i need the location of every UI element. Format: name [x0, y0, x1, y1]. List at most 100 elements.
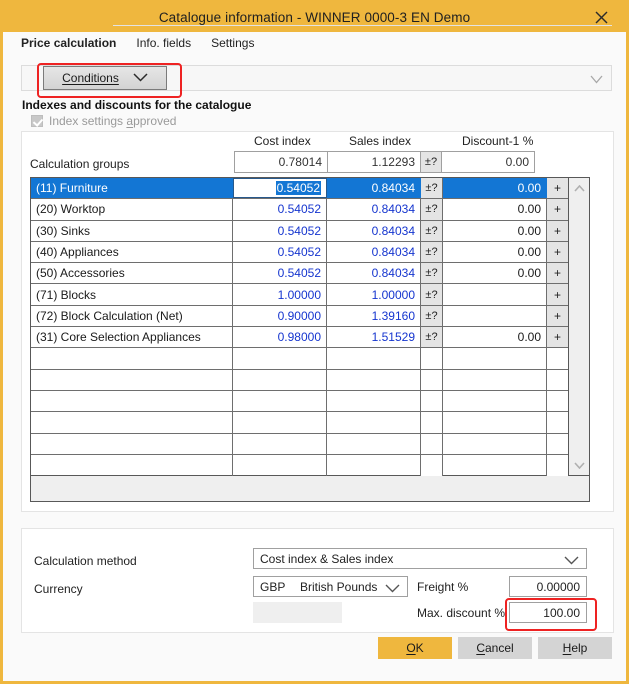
row-add-button[interactable] [547, 348, 568, 368]
conditions-bar-chevron-icon[interactable] [590, 73, 603, 87]
row-add-button[interactable]: + [547, 221, 568, 241]
row-discount1[interactable] [443, 348, 547, 368]
row-cost-index[interactable]: 0.98000 [233, 327, 327, 347]
currency-select[interactable]: GBP British Pounds [253, 576, 408, 597]
help-button[interactable]: Help [538, 637, 612, 659]
row-plusminus-button[interactable]: ±? [421, 263, 443, 283]
calculation-method-select[interactable]: Cost index & Sales index [253, 548, 587, 569]
row-sales-index[interactable]: 0.84034 [327, 178, 421, 198]
row-sales-index[interactable]: 0.84034 [327, 199, 421, 219]
row-sales-index[interactable]: 1.51529 [327, 327, 421, 347]
summary-discount1-input[interactable]: 0.00 [441, 151, 535, 173]
row-cost-index[interactable]: 1.00000 [233, 284, 327, 304]
row-plusminus-button[interactable]: ±? [421, 199, 443, 219]
row-discount1[interactable]: 0.00 [443, 263, 547, 283]
summary-sales-index-input[interactable]: 1.12293 [327, 151, 421, 173]
row-discount1[interactable] [443, 370, 547, 390]
tab-price-calculation[interactable]: Price calculation [21, 36, 116, 54]
freight-input[interactable]: 0.00000 [509, 576, 587, 597]
row-cost-index[interactable]: 0.54052 [233, 242, 327, 262]
row-discount1[interactable] [443, 391, 547, 411]
table-row[interactable] [31, 391, 568, 412]
summary-plusminus-button[interactable]: ±? [420, 151, 442, 173]
row-cost-index[interactable]: 0.54052 [233, 221, 327, 241]
row-cost-index[interactable] [233, 434, 327, 454]
row-discount1[interactable]: 0.00 [443, 327, 547, 347]
table-row[interactable]: (30) Sinks 0.54052 0.84034 ±? 0.00 + [31, 221, 568, 242]
index-settings-approved-checkbox-row[interactable]: Index settings approved [31, 114, 176, 128]
row-sales-index[interactable] [327, 434, 421, 454]
row-sales-index[interactable] [327, 455, 421, 476]
row-sales-index[interactable] [327, 348, 421, 368]
row-add-button[interactable]: + [547, 242, 568, 262]
row-add-button[interactable]: + [547, 327, 568, 347]
row-sales-index[interactable] [327, 370, 421, 390]
row-add-button[interactable]: + [547, 178, 568, 198]
summary-cost-index-input[interactable]: 0.78014 [234, 151, 328, 173]
tab-settings[interactable]: Settings [211, 36, 254, 54]
row-add-button[interactable]: + [547, 263, 568, 283]
row-discount1[interactable] [443, 434, 547, 454]
tab-info-fields[interactable]: Info. fields [136, 36, 191, 54]
row-plusminus-button[interactable] [421, 412, 443, 432]
row-sales-index[interactable]: 0.84034 [327, 263, 421, 283]
table-row[interactable]: (31) Core Selection Appliances 0.98000 1… [31, 327, 568, 348]
row-discount1[interactable]: 0.00 [443, 221, 547, 241]
row-cost-index[interactable]: 0.90000 [233, 306, 327, 326]
row-cost-index[interactable]: 0.54052 [233, 178, 327, 198]
scroll-up-icon[interactable] [574, 178, 585, 198]
row-discount1[interactable]: 0.00 [443, 242, 547, 262]
table-row[interactable]: (71) Blocks 1.00000 1.00000 ±? + [31, 284, 568, 305]
conditions-button[interactable]: Conditions [43, 66, 167, 90]
row-add-button[interactable] [547, 391, 568, 411]
row-plusminus-button[interactable]: ±? [421, 242, 443, 262]
row-discount1[interactable] [443, 284, 547, 304]
row-discount1[interactable] [443, 412, 547, 432]
table-row[interactable]: (50) Accessories 0.54052 0.84034 ±? 0.00… [31, 263, 568, 284]
row-add-button[interactable] [547, 434, 568, 454]
row-sales-index[interactable]: 0.84034 [327, 221, 421, 241]
row-plusminus-button[interactable] [421, 348, 443, 368]
table-row[interactable]: (40) Appliances 0.54052 0.84034 ±? 0.00 … [31, 242, 568, 263]
row-plusminus-button[interactable]: ±? [421, 178, 443, 198]
row-plusminus-button[interactable]: ±? [421, 327, 443, 347]
row-discount1[interactable]: 0.00 [443, 199, 547, 219]
row-add-button[interactable] [547, 412, 568, 432]
row-plusminus-button[interactable]: ±? [421, 284, 443, 304]
row-cost-index[interactable] [233, 412, 327, 432]
row-sales-index[interactable]: 1.39160 [327, 306, 421, 326]
cancel-button[interactable]: Cancel [458, 637, 532, 659]
row-plusminus-button[interactable] [421, 455, 443, 476]
close-button[interactable] [584, 3, 618, 32]
row-discount1[interactable] [443, 306, 547, 326]
row-discount1[interactable] [443, 455, 547, 476]
table-row[interactable]: (72) Block Calculation (Net) 0.90000 1.3… [31, 306, 568, 327]
row-plusminus-button[interactable] [421, 370, 443, 390]
row-cost-index[interactable] [233, 391, 327, 411]
row-add-button[interactable] [547, 370, 568, 390]
row-cost-index[interactable] [233, 455, 327, 476]
row-plusminus-button[interactable]: ±? [421, 221, 443, 241]
checkbox-checked-icon[interactable] [31, 115, 43, 127]
row-add-button[interactable]: + [547, 306, 568, 326]
table-row[interactable] [31, 348, 568, 369]
table-row[interactable] [31, 370, 568, 391]
row-cost-index[interactable] [233, 348, 327, 368]
row-add-button[interactable] [547, 455, 568, 476]
table-row[interactable]: (20) Worktop 0.54052 0.84034 ±? 0.00 + [31, 199, 568, 220]
row-plusminus-button[interactable] [421, 434, 443, 454]
table-row[interactable]: (11) Furniture 0.54052 0.84034 ±? 0.00 + [31, 178, 568, 199]
table-row[interactable] [31, 412, 568, 433]
row-sales-index[interactable]: 1.00000 [327, 284, 421, 304]
row-discount1[interactable]: 0.00 [443, 178, 547, 198]
row-sales-index[interactable]: 0.84034 [327, 242, 421, 262]
grid-vertical-scrollbar[interactable] [568, 178, 589, 475]
row-plusminus-button[interactable]: ±? [421, 306, 443, 326]
ok-button[interactable]: OK [378, 637, 452, 659]
table-row[interactable] [31, 455, 568, 476]
max-discount-input[interactable]: 100.00 [509, 602, 587, 623]
table-row[interactable] [31, 434, 568, 455]
row-sales-index[interactable] [327, 412, 421, 432]
row-cost-index[interactable]: 0.54052 [233, 263, 327, 283]
row-plusminus-button[interactable] [421, 391, 443, 411]
